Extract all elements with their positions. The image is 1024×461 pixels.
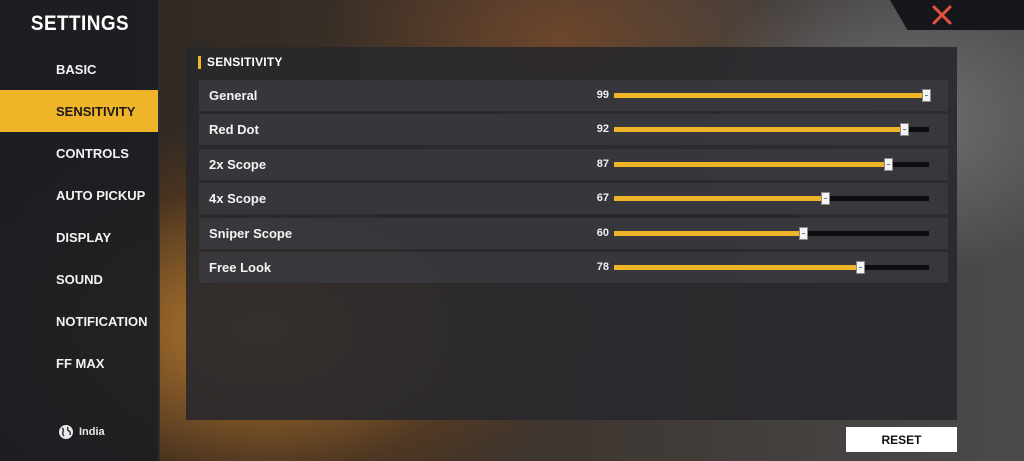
sensitivity-slider[interactable] (614, 192, 929, 206)
sensitivity-panel: SENSITIVITY General 99 Red Dot 92 2x Sco… (186, 47, 957, 420)
nav-item-auto-pickup[interactable]: AUTO PICKUP (0, 174, 160, 216)
sensitivity-row-red-dot: Red Dot 92 (199, 114, 948, 146)
settings-title: SETTINGS (30, 12, 130, 35)
row-value: 67 (596, 192, 609, 205)
row-value: 78 (596, 260, 609, 273)
nav-item-ff-max[interactable]: FF MAX (0, 342, 160, 384)
sensitivity-row-2x-scope: 2x Scope 87 (199, 148, 948, 180)
header-accent-bar (198, 55, 201, 69)
slider-fill (614, 93, 926, 98)
region-selector[interactable]: India (58, 424, 105, 440)
slider-fill (614, 264, 860, 270)
sidebar: SETTINGS BASIC SENSITIVITY CONTROLS AUTO… (0, 0, 160, 461)
slider-thumb[interactable] (884, 157, 894, 171)
sensitivity-slider[interactable] (614, 157, 929, 171)
row-label: General (209, 88, 258, 103)
sensitivity-row-sniper-scope: Sniper Scope 60 (199, 217, 948, 249)
sensitivity-row-general: General 99 (199, 80, 948, 111)
sensitivity-rows: General 99 Red Dot 92 2x Scope 87 4x Sco… (199, 80, 948, 286)
slider-fill (614, 196, 826, 202)
globe-icon (59, 425, 73, 439)
nav-item-sensitivity[interactable]: SENSITIVITY (0, 90, 158, 132)
sensitivity-slider[interactable] (614, 260, 929, 274)
row-value: 60 (596, 226, 609, 239)
region-label: India (79, 426, 105, 438)
sensitivity-slider[interactable] (614, 226, 929, 240)
sensitivity-row-4x-scope: 4x Scope 67 (199, 183, 948, 215)
slider-fill (614, 230, 803, 236)
nav-item-sound[interactable]: SOUND (0, 258, 160, 300)
nav-item-basic[interactable]: BASIC (0, 48, 160, 90)
slider-thumb[interactable] (821, 192, 831, 206)
sensitivity-slider[interactable] (614, 123, 929, 137)
slider-fill (614, 127, 904, 133)
slider-thumb[interactable] (855, 260, 865, 274)
row-label: Red Dot (209, 122, 259, 138)
row-label: 4x Scope (209, 191, 267, 207)
row-label: Sniper Scope (209, 225, 293, 241)
nav-list: BASIC SENSITIVITY CONTROLS AUTO PICKUP D… (0, 48, 160, 384)
nav-item-notification[interactable]: NOTIFICATION (0, 300, 160, 342)
nav-item-display[interactable]: DISPLAY (0, 216, 160, 258)
slider-thumb[interactable] (799, 226, 808, 240)
reset-button[interactable]: RESET (846, 427, 957, 452)
sensitivity-row-free-look: Free Look 78 (199, 251, 948, 283)
panel-header: SENSITIVITY (198, 55, 283, 69)
close-icon (932, 5, 952, 25)
row-value: 92 (596, 123, 609, 136)
slider-thumb[interactable] (921, 89, 931, 102)
close-button[interactable] (890, 0, 1024, 30)
row-value: 99 (596, 89, 609, 101)
sensitivity-slider[interactable] (614, 89, 931, 102)
row-value: 87 (596, 157, 609, 170)
row-label: 2x Scope (209, 156, 267, 172)
nav-item-controls[interactable]: CONTROLS (0, 132, 160, 174)
slider-fill (614, 161, 889, 167)
panel-title: SENSITIVITY (207, 55, 283, 69)
slider-thumb[interactable] (899, 123, 909, 137)
row-label: Free Look (209, 259, 272, 275)
